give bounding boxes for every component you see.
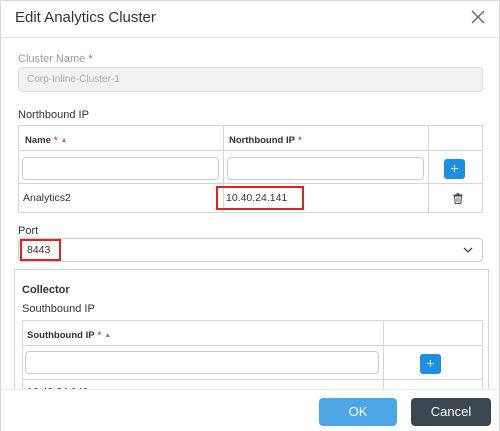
dialog-title: Edit Analytics Cluster: [15, 9, 156, 26]
southbound-ip-label: Southbound IP: [22, 303, 95, 315]
port-value: 8443: [27, 244, 51, 256]
sort-icon[interactable]: ▲: [104, 332, 111, 339]
header-divider: [1, 37, 499, 38]
cluster-name-label: Cluster Name *: [18, 53, 93, 65]
southbound-ip-input[interactable]: [25, 351, 379, 374]
northbound-name-input[interactable]: [22, 157, 219, 180]
northbound-row-ip: 10.40.24.141: [226, 192, 288, 204]
port-select[interactable]: [18, 238, 483, 262]
trash-icon[interactable]: [453, 193, 463, 204]
northbound-ip-input[interactable]: [227, 157, 424, 180]
southbound-ip-column-header[interactable]: Southbound IP * ▲: [27, 330, 111, 341]
add-southbound-button[interactable]: +: [420, 354, 441, 374]
northbound-row-name: Analytics2: [23, 192, 71, 204]
cancel-button[interactable]: Cancel: [411, 398, 491, 426]
name-column-header[interactable]: Name * ▲: [25, 135, 68, 146]
edit-analytics-cluster-dialog: Edit Analytics Cluster Cluster Name * Cor…: [0, 0, 500, 431]
chevron-down-icon[interactable]: [463, 247, 473, 253]
port-label: Port: [18, 225, 39, 237]
close-icon[interactable]: [467, 6, 489, 28]
collector-title: Collector: [22, 284, 70, 296]
ok-button[interactable]: OK: [319, 398, 397, 426]
cluster-name-input: Corp-Inline-Cluster-1: [18, 67, 483, 92]
add-northbound-button[interactable]: +: [444, 159, 465, 179]
northbound-ip-section-label: Northbound IP: [18, 109, 89, 121]
northbound-ip-column-header: Northbound IP *: [229, 135, 302, 146]
sort-icon[interactable]: ▲: [61, 137, 68, 144]
